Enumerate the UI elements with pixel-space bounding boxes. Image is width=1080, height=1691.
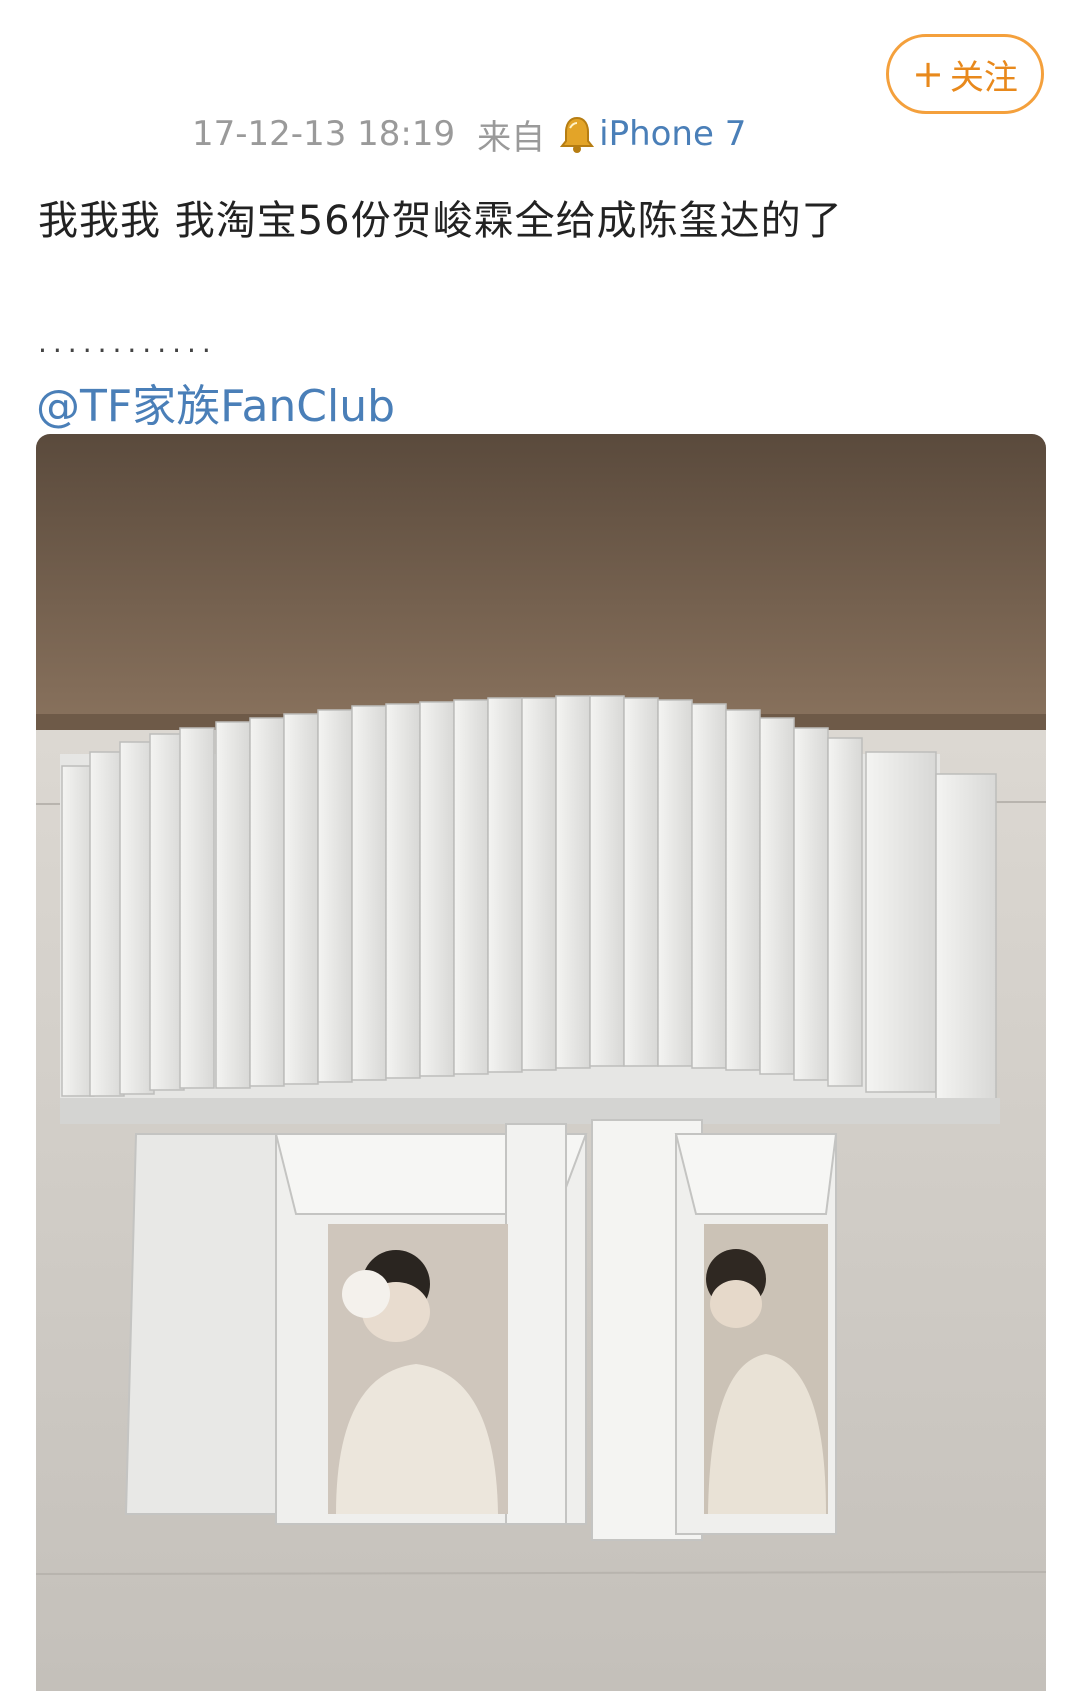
- post-meta: 17-12-13 18:19 来自 iPhone 7: [192, 110, 746, 158]
- bell-icon: [560, 116, 595, 153]
- open-envelope-right: [591, 1119, 838, 1541]
- source-device-link[interactable]: iPhone 7: [599, 114, 746, 154]
- mention-link[interactable]: @TF家族FanClub: [36, 370, 395, 434]
- follow-label: 关注: [949, 57, 1018, 98]
- post-photo[interactable]: [36, 434, 1046, 1691]
- post-ellipsis: ............: [38, 326, 217, 359]
- plus-icon: +: [912, 52, 944, 96]
- follow-button[interactable]: + 关注: [886, 34, 1044, 114]
- photo-illustration: [36, 434, 1046, 1691]
- open-envelope-left: [124, 1123, 588, 1525]
- source-label: 来自: [477, 117, 546, 158]
- post-text: 我我我 我淘宝56份贺峻霖全给成陈玺达的了: [38, 198, 843, 244]
- envelope-stack: [60, 695, 1000, 1124]
- post-timestamp: 17-12-13 18:19: [192, 114, 456, 154]
